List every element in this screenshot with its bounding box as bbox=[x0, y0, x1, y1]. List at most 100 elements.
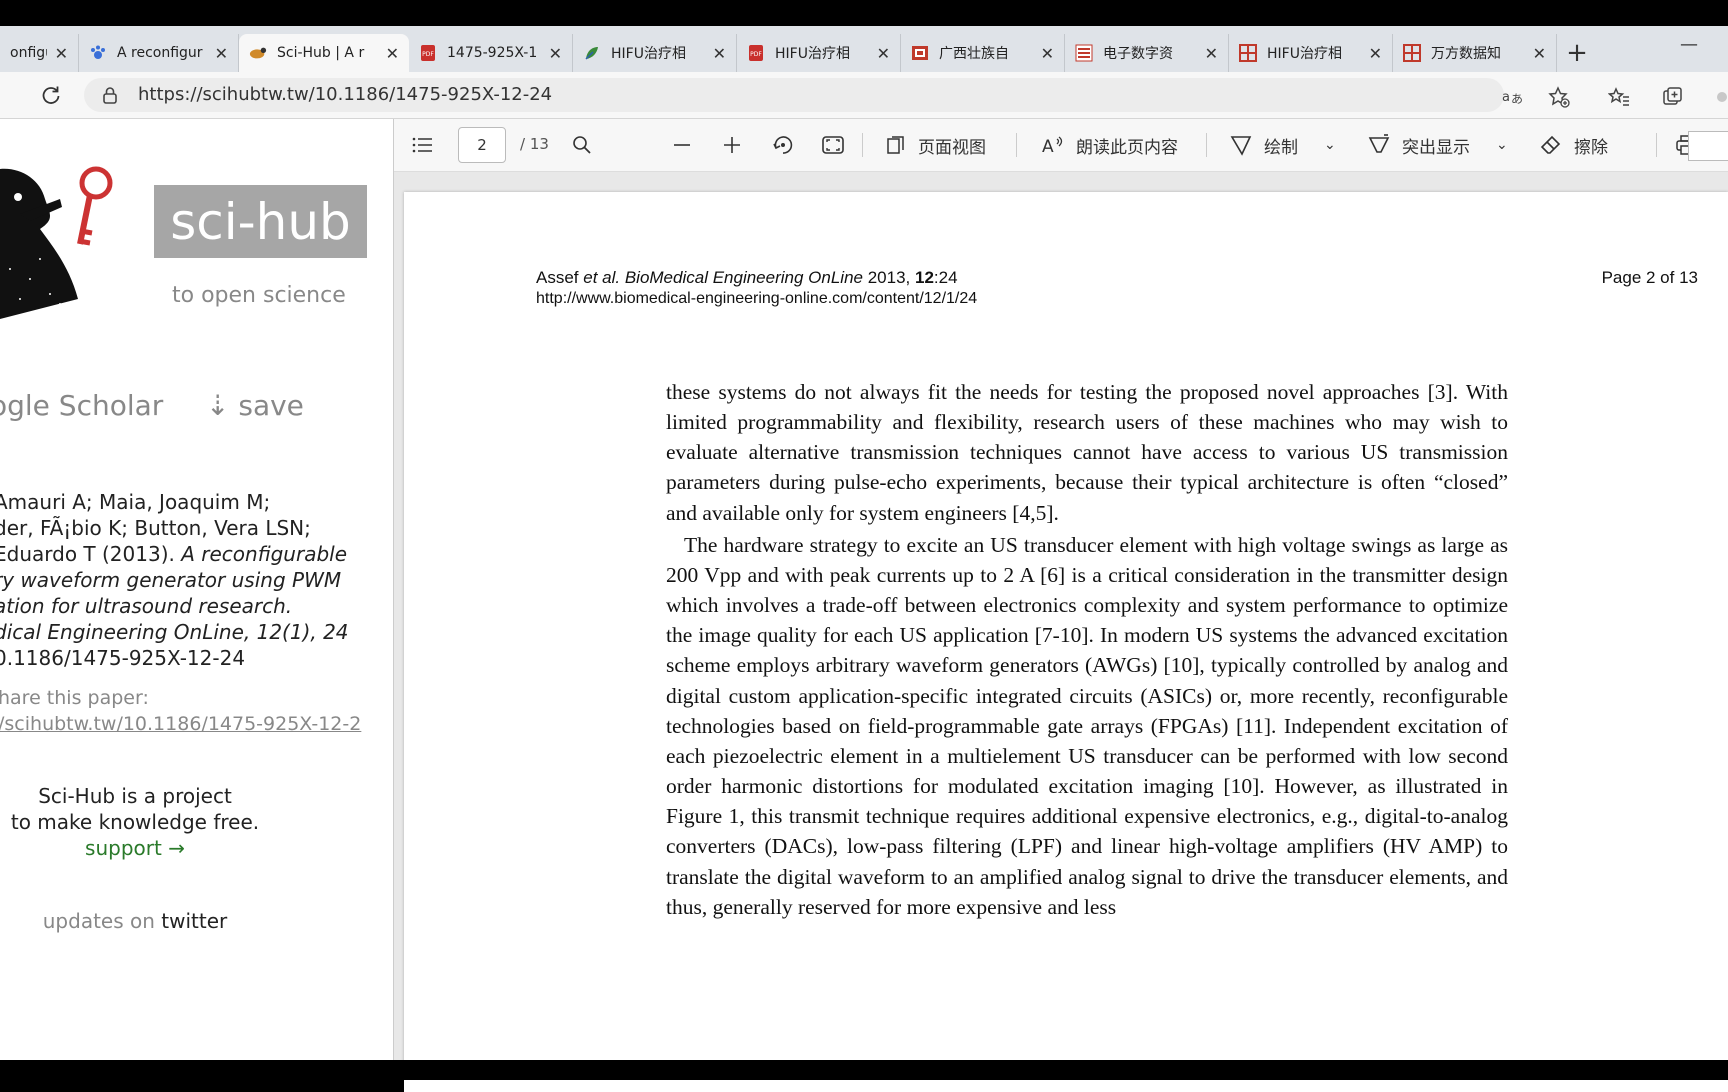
draw-dropdown-chevron-icon[interactable]: ⌄ bbox=[1324, 129, 1336, 161]
toolbar-divider bbox=[862, 133, 863, 157]
header-author: Assef bbox=[536, 268, 584, 287]
highlight-button[interactable]: 突出显示 bbox=[1368, 129, 1470, 161]
tab-3-label: 1475-925X-1 bbox=[447, 45, 538, 61]
draw-label: 绘制 bbox=[1264, 137, 1298, 158]
tab-5-label: HIFU治疗相 bbox=[775, 46, 850, 62]
citation-journal: dical Engineering OnLine, 12(1), 24 bbox=[0, 620, 349, 644]
url-field[interactable]: https://scihubtw.tw/10.1186/1475-925X-12… bbox=[84, 78, 1504, 112]
svg-text:あ: あ bbox=[1511, 92, 1523, 106]
project-line: to make knowledge free. bbox=[10, 810, 260, 834]
eraser-icon bbox=[1540, 134, 1562, 156]
tab-1[interactable]: A reconfigur ✕ bbox=[79, 34, 239, 72]
search-icon[interactable] bbox=[572, 129, 592, 161]
pdf-viewport[interactable]: Assef et al. BioMedical Engineering OnLi… bbox=[394, 172, 1728, 1092]
close-icon[interactable]: ✕ bbox=[386, 44, 399, 63]
tab-8-label: HIFU治疗相 bbox=[1267, 46, 1342, 62]
close-icon[interactable]: ✕ bbox=[1205, 44, 1218, 63]
new-tab-button[interactable]: + bbox=[1557, 34, 1597, 72]
pdf-toolbar: 2 / 13 页面视图 A 朗读此页内容 绘制 ⌄ 突出显示 ⌄ 擦除 bbox=[394, 119, 1728, 172]
close-icon[interactable]: ✕ bbox=[1533, 44, 1546, 63]
close-icon[interactable]: ✕ bbox=[1369, 44, 1382, 63]
add-favorite-icon[interactable] bbox=[1548, 86, 1570, 108]
favorites-icon[interactable] bbox=[1608, 86, 1630, 108]
read-aloud-icon: A bbox=[1042, 135, 1064, 155]
profile-icon[interactable] bbox=[1716, 86, 1728, 108]
tab-2-active[interactable]: Sci-Hub | A r ✕ bbox=[239, 34, 409, 72]
fit-page-icon[interactable] bbox=[822, 129, 844, 161]
erase-button[interactable]: 擦除 bbox=[1540, 129, 1608, 161]
pdf-icon: PDF bbox=[419, 44, 437, 62]
library-icon bbox=[911, 44, 929, 62]
close-icon[interactable]: ✕ bbox=[549, 44, 562, 63]
citation-doi: 0.1186/1475-925X-12-24 bbox=[0, 646, 246, 670]
tab-4[interactable]: HIFU治疗相 ✕ bbox=[573, 34, 737, 72]
header-url: http://www.biomedical-engineering-online… bbox=[536, 290, 978, 307]
highlight-label: 突出显示 bbox=[1402, 137, 1470, 158]
reload-icon[interactable] bbox=[36, 80, 66, 110]
read-aloud-button[interactable]: A 朗读此页内容 bbox=[1042, 129, 1178, 161]
article-body: these systems do not always fit the need… bbox=[666, 377, 1508, 922]
citation-title: ation for ultrasound research. bbox=[0, 594, 293, 618]
scihub-sidebar: sci-hub to open science ogle Scholar ⇣ s… bbox=[0, 119, 394, 1060]
wanfang-icon bbox=[1403, 44, 1421, 62]
page-total: / 13 bbox=[520, 135, 549, 153]
top-bezel bbox=[0, 0, 1728, 26]
updates-line: updates on twitter bbox=[0, 909, 270, 933]
url-text[interactable]: https://scihubtw.tw/10.1186/1475-925X-12… bbox=[138, 84, 552, 105]
close-icon[interactable]: ✕ bbox=[1041, 44, 1054, 63]
close-icon[interactable]: ✕ bbox=[877, 44, 890, 63]
collections-icon[interactable] bbox=[1662, 86, 1684, 108]
tab-6-label: 广西壮族自 bbox=[939, 46, 1009, 62]
svg-text:PDF: PDF bbox=[422, 51, 434, 58]
close-icon[interactable]: ✕ bbox=[215, 44, 228, 63]
page-view-button[interactable]: 页面视图 bbox=[886, 129, 986, 161]
draw-button[interactable]: 绘制 bbox=[1230, 129, 1298, 161]
toolbar-overflow-box[interactable] bbox=[1688, 131, 1728, 161]
translate-icon[interactable]: aあ bbox=[1502, 86, 1524, 108]
share-link[interactable]: /scihubtw.tw/10.1186/1475-925X-12-2 bbox=[0, 713, 361, 735]
tab-1-label: A reconfigur bbox=[117, 45, 203, 61]
google-scholar-link[interactable]: ogle Scholar bbox=[0, 389, 163, 422]
tab-9-label: 万方数据知 bbox=[1431, 46, 1501, 62]
support-link[interactable]: support → bbox=[0, 835, 270, 861]
citation: Amauri A; Maia, Joaquim M; der, FÃ¡bio K… bbox=[0, 489, 349, 671]
brand-logo-text: sci-hub bbox=[154, 185, 367, 258]
project-blurb: Sci-Hub is a project to make knowledge f… bbox=[0, 783, 270, 861]
wanfang-icon bbox=[1239, 44, 1257, 62]
toolbar-divider bbox=[1206, 133, 1207, 157]
toolbar-divider bbox=[1656, 133, 1657, 157]
zoom-out-icon[interactable] bbox=[672, 129, 692, 161]
close-icon[interactable]: ✕ bbox=[55, 44, 68, 63]
tab-5[interactable]: PDF HIFU治疗相 ✕ bbox=[737, 34, 901, 72]
citation-line: der, FÃ¡bio K; Button, Vera LSN; bbox=[0, 516, 311, 540]
highlight-dropdown-chevron-icon[interactable]: ⌄ bbox=[1496, 129, 1508, 161]
tab-3[interactable]: PDF 1475-925X-1 ✕ bbox=[409, 34, 573, 72]
tab-7-label: 电子数字资 bbox=[1103, 46, 1173, 62]
tab-0-label: onfigur bbox=[10, 45, 47, 61]
tab-0[interactable]: onfigur ✕ bbox=[0, 34, 79, 72]
twitter-link[interactable]: twitter bbox=[161, 909, 227, 933]
minimize-icon[interactable]: — bbox=[1680, 34, 1698, 55]
scihub-icon bbox=[249, 44, 267, 62]
tab-8[interactable]: HIFU治疗相 ✕ bbox=[1229, 34, 1393, 72]
rotate-icon[interactable] bbox=[772, 129, 794, 161]
tab-9[interactable]: 万方数据知 ✕ bbox=[1393, 34, 1557, 72]
zoom-in-icon[interactable] bbox=[722, 129, 742, 161]
tab-7[interactable]: 电子数字资 ✕ bbox=[1065, 34, 1229, 72]
leaf-icon bbox=[583, 44, 601, 62]
table-of-contents-icon[interactable] bbox=[412, 129, 434, 161]
paragraph: these systems do not always fit the need… bbox=[666, 380, 1508, 525]
scihub-logo bbox=[0, 159, 120, 323]
share-label: hare this paper: bbox=[0, 687, 149, 709]
browser-window: onfigur ✕ A reconfigur ✕ Sci-Hub | A r ✕… bbox=[0, 0, 1728, 1092]
save-button[interactable]: ⇣ save bbox=[206, 389, 304, 422]
header-year: 2013, bbox=[862, 268, 915, 287]
close-icon[interactable]: ✕ bbox=[713, 44, 726, 63]
tab-4-label: HIFU治疗相 bbox=[611, 46, 686, 62]
tab-6[interactable]: 广西壮族自 ✕ bbox=[901, 34, 1065, 72]
address-bar: https://scihubtw.tw/10.1186/1475-925X-12… bbox=[0, 72, 1728, 119]
page-view-label: 页面视图 bbox=[918, 137, 986, 158]
page-number-input[interactable]: 2 bbox=[458, 127, 506, 163]
lock-icon[interactable] bbox=[102, 86, 118, 108]
toolbar-divider bbox=[1016, 133, 1017, 157]
